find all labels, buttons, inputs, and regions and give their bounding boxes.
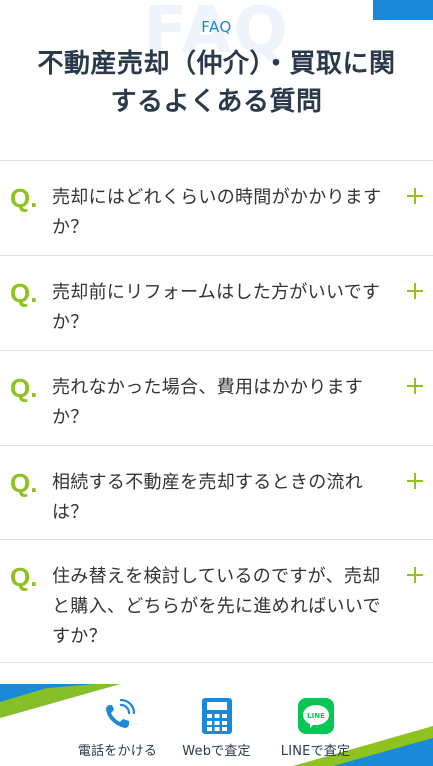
faq-question: 売れなかった場合、費用はかかりますか？ <box>52 377 364 428</box>
faq-item[interactable]: Q. 売却前にリフォームはした方がいいですか？ <box>0 256 433 351</box>
line-icon: LINE <box>297 698 334 734</box>
faq-question: 売却前にリフォームはした方がいいですか？ <box>52 282 381 333</box>
faq-question: 住み替えを検討しているのですが、売却と購入、どちらがを先に進めればいいですか？ <box>52 566 381 647</box>
faq-item[interactable]: Q. 住み替えを検討しているのですが、売却と購入、どちらがを先に進めればいいです… <box>0 540 433 663</box>
expand-plus-icon[interactable] <box>407 283 423 299</box>
call-button-label: 電話をかける <box>77 744 158 759</box>
page-title: 不動産売却（仲介）・買取に関するよくある質問 <box>37 49 396 117</box>
footer-nav: 電話をかける Webで査定 LINE LINEで査定 <box>70 698 363 759</box>
call-button[interactable]: 電話をかける <box>70 698 165 759</box>
web-assessment-label: Webで査定 <box>182 744 251 759</box>
expand-plus-icon[interactable] <box>407 378 423 394</box>
faq-question: 売却にはどれくらいの時間がかかりますか？ <box>52 187 382 238</box>
question-mark-label: Q. <box>10 562 38 592</box>
question-mark-label: Q. <box>10 468 38 498</box>
faq-question: 相続する不動産を売却するときの流れは？ <box>52 472 364 523</box>
expand-plus-icon[interactable] <box>407 188 423 204</box>
expand-plus-icon[interactable] <box>407 567 423 583</box>
page: FAQ FAQ 不動産売却（仲介）・買取に関するよくある質問 Q. 売却にはどれ… <box>0 0 433 766</box>
faq-header: FAQ FAQ 不動産売却（仲介）・買取に関するよくある質問 <box>0 0 433 160</box>
faq-list: Q. 売却にはどれくらいの時間がかかりますか？ Q. 売却前にリフォームはした方… <box>0 160 433 663</box>
faq-item[interactable]: Q. 相続する不動産を売却するときの流れは？ <box>0 446 433 540</box>
calculator-icon <box>199 698 235 734</box>
faq-item[interactable]: Q. 売却にはどれくらいの時間がかかりますか？ <box>0 161 433 256</box>
section-eyebrow: FAQ <box>201 18 232 36</box>
question-mark-label: Q. <box>10 183 38 213</box>
faq-item[interactable]: Q. 売れなかった場合、費用はかかりますか？ <box>0 351 433 446</box>
line-icon-text: LINE <box>307 712 325 720</box>
phone-icon <box>100 698 136 734</box>
question-mark-label: Q. <box>10 278 38 308</box>
footer-action-bar: 電話をかける Webで査定 LINE LINEで査定 <box>0 684 433 766</box>
line-assessment-label: LINEで査定 <box>280 744 351 759</box>
question-mark-label: Q. <box>10 373 38 403</box>
expand-plus-icon[interactable] <box>407 473 423 489</box>
web-assessment-button[interactable]: Webで査定 <box>169 698 264 759</box>
line-assessment-button[interactable]: LINE LINEで査定 <box>268 698 363 759</box>
